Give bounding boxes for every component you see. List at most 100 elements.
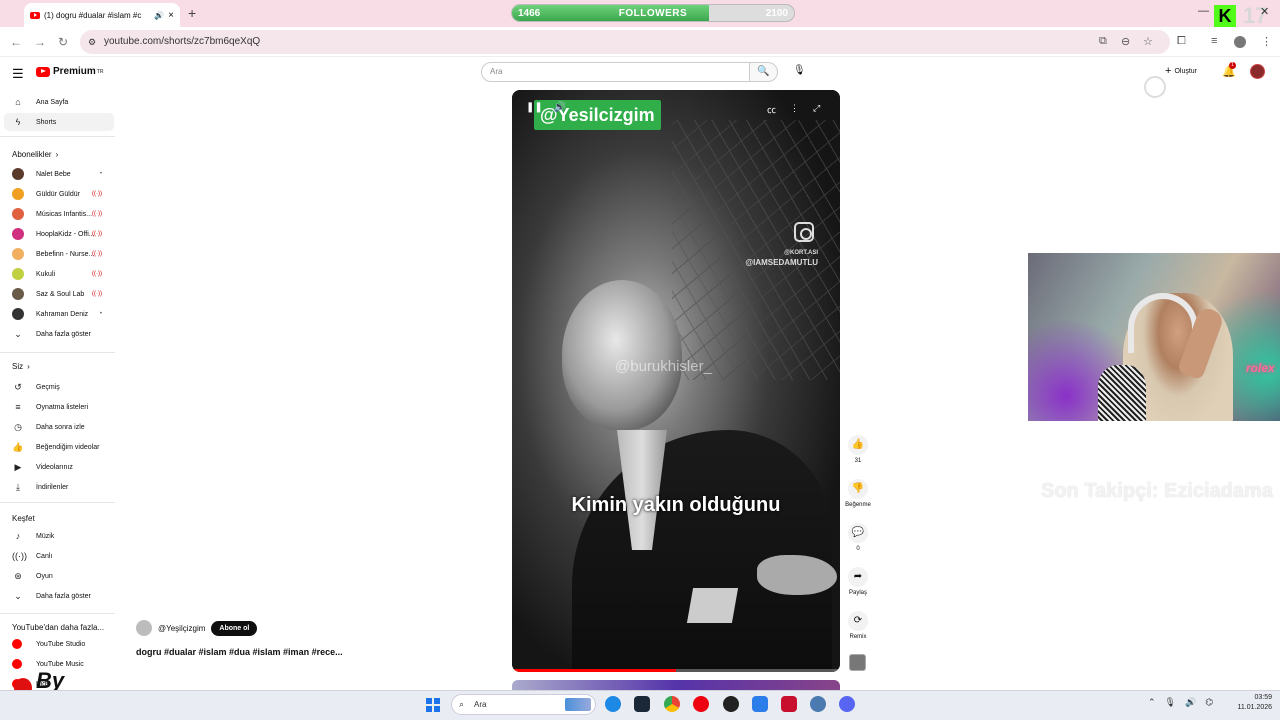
sidebar-item-music[interactable]: ♪ Müzik xyxy=(0,527,110,545)
back-icon[interactable]: ← xyxy=(10,35,22,49)
sidebar-subscription-item[interactable]: Güldür Güldür ((·)) xyxy=(0,185,110,203)
show-more-explore[interactable]: ⌄ Daha fazla göster xyxy=(0,587,110,605)
taskbar-search[interactable]: ⌕ Ara xyxy=(451,694,596,715)
home-icon: ⌂ xyxy=(15,97,21,107)
you-heading[interactable]: Siz › xyxy=(12,362,30,371)
system-tray: ⌃ 🎙 🔊 ⌬ xyxy=(1148,697,1213,708)
divider xyxy=(0,613,115,614)
sidebar-subscription-item[interactable]: Nalet Bebe • xyxy=(0,165,110,183)
volume-icon[interactable]: 🔊 xyxy=(554,102,566,113)
next-video-preview[interactable] xyxy=(512,680,840,690)
media-control-icon[interactable]: ≡ xyxy=(1211,35,1217,47)
pause-icon[interactable]: ❚❚ xyxy=(526,102,543,113)
close-window-icon[interactable]: ✕ xyxy=(1260,5,1269,18)
photos-icon[interactable] xyxy=(752,696,768,712)
sidebar-item-playlists[interactable]: ≡ Oynatma listeleri xyxy=(0,398,110,416)
sidebar-item-youtube-studio[interactable]: YouTube Studio xyxy=(0,635,110,653)
divider xyxy=(0,352,115,353)
subscriptions-heading[interactable]: Abonelikler › xyxy=(12,150,58,159)
install-icon[interactable]: ⧉ xyxy=(1099,35,1107,48)
site-info-icon[interactable]: ⚙ xyxy=(88,30,96,54)
comments-button[interactable]: 💬 0 xyxy=(843,523,873,552)
video-title[interactable]: dogru #dualar #islam #dua #islam #iman #… xyxy=(136,647,343,657)
share-button[interactable]: ➦ Paylaş xyxy=(843,567,873,596)
dislike-button[interactable]: 👎 Beğenme xyxy=(843,479,873,508)
hand-graphic xyxy=(757,555,837,595)
microphone-graphic xyxy=(1098,365,1146,421)
browser-tab[interactable]: (1) dogru #dualar #islam #c 🔊 × xyxy=(24,3,180,27)
search-input[interactable]: Ara xyxy=(481,62,750,82)
search-button[interactable]: 🔍 xyxy=(750,62,778,82)
bookmark-star-icon[interactable]: ☆ xyxy=(1143,35,1153,48)
create-button[interactable]: + Oluştur xyxy=(1165,65,1197,77)
opera-icon[interactable] xyxy=(693,696,709,712)
live-indicator-icon: ((·)) xyxy=(92,251,102,257)
subscribe-button[interactable]: Abone ol xyxy=(211,620,258,636)
extensions-icon[interactable]: ⧠ xyxy=(1177,35,1186,48)
sidebar-item-gaming[interactable]: ⊛ Oyun xyxy=(0,567,110,585)
close-tab-icon[interactable]: × xyxy=(168,10,174,21)
live-indicator-icon: ((·)) xyxy=(92,271,102,277)
youtube-premium-logo[interactable]: Premium TR xyxy=(36,66,103,77)
edge-icon[interactable] xyxy=(605,696,621,712)
chevron-up-icon[interactable]: ⌃ xyxy=(1148,697,1156,708)
microphone-icon[interactable]: 🎙 xyxy=(793,65,806,76)
comment-icon: 💬 xyxy=(848,523,868,543)
minimize-icon[interactable]: — xyxy=(1198,5,1209,17)
url-field[interactable]: ⚙ youtube.com/shorts/zc7bm6qeXqQ xyxy=(80,30,1170,54)
more-options-icon[interactable]: ⋮ xyxy=(790,103,799,116)
sidebar-subscription-item[interactable]: Músicas Infantis... ((·)) xyxy=(0,205,110,223)
sidebar-item-label: Kukuli xyxy=(36,270,56,278)
new-tab-button[interactable]: + xyxy=(188,5,196,21)
chrome-icon[interactable] xyxy=(664,696,680,712)
channel-name[interactable]: @Yeşilçizgim xyxy=(158,624,205,633)
profile-icon[interactable] xyxy=(1234,36,1246,48)
sidebar-item-watch-later[interactable]: ◷ Daha sonra izle xyxy=(0,418,110,436)
zoom-icon[interactable]: ⊖ xyxy=(1121,35,1130,48)
show-more-subscriptions[interactable]: ⌄ Daha fazla göster xyxy=(0,325,110,343)
account-avatar[interactable] xyxy=(1250,64,1265,79)
kick-logo-icon: K xyxy=(1214,5,1236,27)
windows-start-icon[interactable] xyxy=(426,698,440,712)
app-icon[interactable] xyxy=(781,696,797,712)
channel-avatar xyxy=(12,308,24,320)
shorts-video-player[interactable]: @Yesilcizgim ❚❚ 🔊 ㏄ ⋮ ⤢ @KORT.ASI @IAMSE… xyxy=(512,90,840,672)
hamburger-menu-icon[interactable]: ☰ xyxy=(12,66,24,82)
video-right-controls: ㏄ ⋮ ⤢ xyxy=(767,103,820,116)
sidebar-item-liked-videos[interactable]: 👍 Beğendiğim videolar xyxy=(0,438,110,456)
remix-button[interactable]: ⟳ Remix xyxy=(843,611,873,640)
speaker-icon[interactable]: 🔊 xyxy=(154,11,164,20)
sidebar-subscription-item[interactable]: Kukuli ((·)) xyxy=(0,265,110,283)
sidebar-item-history[interactable]: ↺ Geçmiş xyxy=(0,378,110,396)
captions-icon[interactable]: ㏄ xyxy=(767,103,776,116)
sidebar-item-downloads[interactable]: ⤓ İndirilenler xyxy=(0,478,110,496)
settings-icon[interactable] xyxy=(810,696,826,712)
network-icon[interactable]: ⌬ xyxy=(1205,697,1213,708)
sidebar-item-your-videos[interactable]: ▶ Videolarınız xyxy=(0,458,110,476)
sidebar-item-label: Ana Sayfa xyxy=(36,98,69,106)
sidebar-item-shorts[interactable]: ϟ Shorts xyxy=(4,113,114,131)
fullscreen-icon[interactable]: ⤢ xyxy=(813,103,820,116)
discord-icon[interactable] xyxy=(839,696,855,712)
video-progress-bar[interactable] xyxy=(512,669,840,672)
sidebar-item-home[interactable]: ⌂ Ana Sayfa xyxy=(0,93,110,111)
speaker-icon[interactable]: 🔊 xyxy=(1185,697,1196,708)
channel-avatar[interactable] xyxy=(136,620,152,636)
taskbar-clock[interactable]: 03:59 11.01.2026 xyxy=(1228,693,1272,713)
sidebar-item-label: Videolarınız xyxy=(36,463,73,471)
sidebar-subscription-item[interactable]: Saz & Soul Lab ((·)) xyxy=(0,285,110,303)
steam-icon[interactable] xyxy=(634,696,650,712)
browser-menu-icon[interactable]: ⋮ xyxy=(1261,35,1272,48)
forward-icon[interactable]: → xyxy=(34,35,46,49)
reload-icon[interactable]: ↻ xyxy=(58,35,68,49)
notifications-button[interactable]: 🔔 1 xyxy=(1222,62,1236,78)
sidebar-subscription-item[interactable]: HooplaKidz - Offi... ((·)) xyxy=(0,225,110,243)
sidebar-item-label: Saz & Soul Lab xyxy=(36,290,85,298)
obs-icon[interactable] xyxy=(723,696,739,712)
sidebar-subscription-item[interactable]: Kahraman Deniz • xyxy=(0,305,110,323)
sidebar-subscription-item[interactable]: Bebefinn - Nurse... ((·)) xyxy=(0,245,110,263)
microphone-icon[interactable]: 🎙 xyxy=(1165,697,1176,708)
like-button[interactable]: 👍 31 xyxy=(843,435,873,464)
audio-thumbnail[interactable] xyxy=(849,654,866,671)
sidebar-item-live[interactable]: ((·)) Canlı xyxy=(0,547,110,565)
